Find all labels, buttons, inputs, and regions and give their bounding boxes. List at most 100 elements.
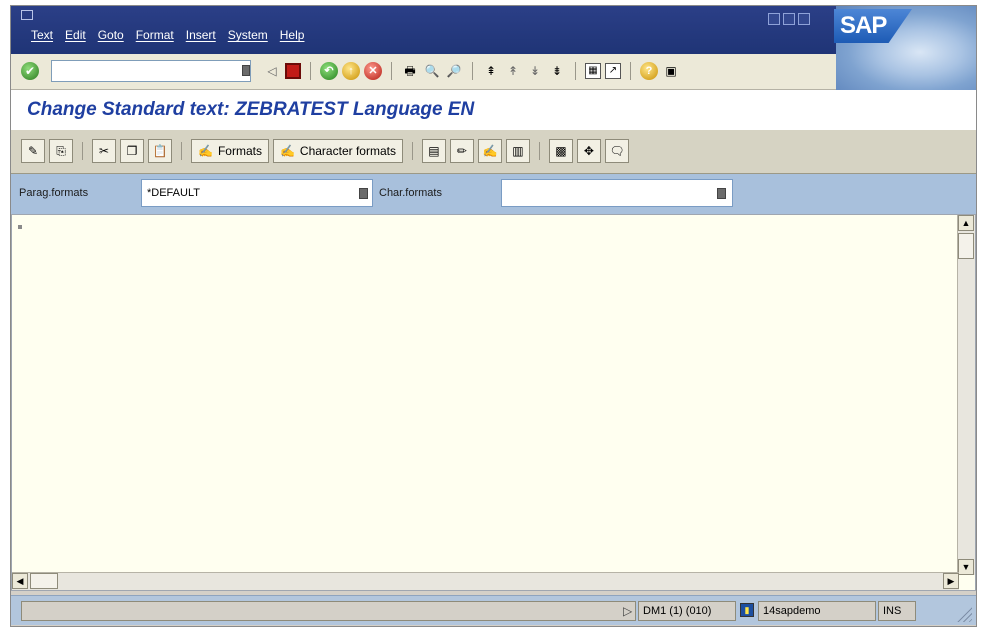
move-button[interactable]: ✥ bbox=[576, 139, 601, 163]
last-page-icon[interactable]: ⇟ bbox=[548, 62, 566, 80]
command-field[interactable] bbox=[51, 60, 251, 82]
change-display-button[interactable]: ✎ bbox=[21, 139, 45, 163]
copy-icon: ❐ bbox=[126, 144, 138, 158]
menu-format[interactable]: Format bbox=[136, 28, 174, 42]
print-preview-icon: ▥ bbox=[512, 144, 524, 158]
formats-button[interactable]: ✍ Formats bbox=[191, 139, 269, 163]
edit-button[interactable]: ✏ bbox=[449, 139, 474, 163]
layout-menu-icon[interactable]: ▣ bbox=[662, 62, 680, 80]
resize-grip-icon[interactable] bbox=[954, 604, 972, 622]
standard-toolbar: ✔ ◁ ↶ ↑ ✕ 🖶 🔍 🔎 ⇞ ↟ ↡ ⇟ ▦ ↗ ? ▣ bbox=[11, 54, 836, 90]
title-bar: Text Edit Goto Format Insert System Help bbox=[11, 6, 976, 54]
page-title: Change Standard text: ZEBRATEST Language… bbox=[11, 90, 976, 130]
parag-formats-label: Parag.formats bbox=[19, 187, 89, 199]
enter-icon[interactable]: ✔ bbox=[21, 62, 39, 80]
exit-icon[interactable]: ↑ bbox=[342, 62, 360, 80]
status-mode[interactable]: INS bbox=[878, 601, 916, 621]
minimize-icon[interactable] bbox=[768, 13, 780, 25]
system-menu-icon[interactable] bbox=[21, 10, 33, 20]
print-preview-button[interactable]: ▥ bbox=[505, 139, 530, 163]
toolbar-separator bbox=[310, 62, 311, 80]
pencil-icon: ✏ bbox=[456, 144, 467, 158]
vertical-scrollbar[interactable]: ▲ ▼ bbox=[957, 215, 975, 575]
sap-water-graphic: SAP bbox=[834, 6, 976, 90]
menu-goto[interactable]: Goto bbox=[98, 28, 124, 42]
help-icon[interactable]: ? bbox=[640, 62, 658, 80]
char-formats-dropdown-icon[interactable] bbox=[717, 188, 726, 199]
scissors-icon: ✂ bbox=[98, 144, 110, 158]
scroll-left-icon[interactable]: ◀ bbox=[12, 573, 28, 589]
menu-help[interactable]: Help bbox=[280, 28, 305, 42]
comment-button[interactable]: 🗨 bbox=[604, 139, 629, 163]
image-icon: ▩ bbox=[555, 144, 567, 158]
char-formats-field[interactable] bbox=[501, 179, 733, 207]
print-icon[interactable]: 🖶 bbox=[401, 62, 419, 80]
character-formats-button[interactable]: ✍ Character formats bbox=[272, 139, 403, 163]
arrows-icon: ✥ bbox=[583, 144, 594, 158]
sap-window: Text Edit Goto Format Insert System Help… bbox=[10, 5, 977, 627]
pencil-glasses-icon: ✎ bbox=[27, 144, 39, 158]
parag-formats-dropdown-icon[interactable] bbox=[359, 188, 368, 199]
new-session-icon[interactable]: ▦ bbox=[585, 63, 601, 79]
status-system: DM1 (1) (010) bbox=[638, 601, 736, 621]
text-editor[interactable]: ▲ ▼ ◀ ▶ bbox=[11, 214, 976, 591]
command-history-icon[interactable] bbox=[242, 65, 250, 76]
vertical-scroll-thumb[interactable] bbox=[958, 233, 974, 259]
shortcut-icon[interactable]: ↗ bbox=[605, 63, 621, 79]
toolbar-separator bbox=[575, 62, 576, 80]
cancel-icon[interactable]: ✕ bbox=[364, 62, 382, 80]
paragraph-marker bbox=[18, 225, 22, 229]
scroll-down-icon[interactable]: ▼ bbox=[958, 559, 974, 575]
server-info-icon[interactable]: ▮ bbox=[740, 603, 754, 617]
scroll-up-icon[interactable]: ▲ bbox=[958, 215, 974, 231]
format-brush-icon: ✍ bbox=[198, 144, 213, 158]
previous-page-icon[interactable]: ↟ bbox=[504, 62, 522, 80]
brush-icon: ✍ bbox=[482, 144, 498, 158]
toolbar-separator bbox=[538, 142, 540, 160]
status-expand-icon[interactable]: ▷ bbox=[623, 604, 632, 618]
toolbar-separator bbox=[181, 142, 182, 160]
status-server: 14sapdemo bbox=[758, 601, 876, 621]
sap-logo-text: SAP bbox=[840, 12, 887, 39]
character-format-icon: ✍ bbox=[279, 144, 295, 158]
parag-formats-field[interactable]: *DEFAULT bbox=[141, 179, 373, 207]
sap-logo: SAP bbox=[834, 9, 912, 43]
find-icon[interactable]: 🔍 bbox=[423, 62, 441, 80]
save-icon[interactable] bbox=[285, 63, 301, 79]
horizontal-scroll-thumb[interactable] bbox=[30, 573, 58, 589]
maximize-icon[interactable] bbox=[783, 13, 795, 25]
document-icon: ⎘ bbox=[56, 143, 66, 158]
paste-icon: 📋 bbox=[152, 144, 168, 158]
status-message bbox=[21, 601, 636, 621]
menu-edit[interactable]: Edit bbox=[65, 28, 86, 42]
close-icon[interactable] bbox=[798, 13, 810, 25]
menu-system[interactable]: System bbox=[228, 28, 268, 42]
toolbar-separator bbox=[630, 62, 631, 80]
formats-label: Formats bbox=[217, 144, 262, 158]
menu-insert[interactable]: Insert bbox=[186, 28, 216, 42]
menu-bar: Text Edit Goto Format Insert System Help bbox=[31, 28, 304, 42]
toolbar-separator bbox=[472, 62, 473, 80]
paste-button[interactable]: 📋 bbox=[148, 139, 172, 163]
horizontal-scrollbar[interactable]: ◀ ▶ bbox=[12, 572, 959, 590]
window-controls bbox=[768, 13, 810, 25]
collapse-arrow-icon[interactable]: ◁ bbox=[263, 62, 281, 80]
page-layout-icon: ▤ bbox=[428, 144, 440, 158]
toolbar-separator bbox=[411, 142, 413, 160]
first-page-icon[interactable]: ⇞ bbox=[482, 62, 500, 80]
next-page-icon[interactable]: ↡ bbox=[526, 62, 544, 80]
insert-object-button[interactable]: ▩ bbox=[548, 139, 573, 163]
activate-button[interactable]: ⎘ bbox=[49, 139, 73, 163]
find-next-icon[interactable]: 🔎 bbox=[445, 62, 463, 80]
scroll-right-icon[interactable]: ▶ bbox=[943, 573, 959, 589]
application-toolbar: ✎ ⎘ ✂ ❐ 📋 ✍ Formats ✍ Character formats … bbox=[11, 130, 976, 174]
back-icon[interactable]: ↶ bbox=[320, 62, 338, 80]
cut-button[interactable]: ✂ bbox=[92, 139, 116, 163]
page-layout-button[interactable]: ▤ bbox=[421, 139, 446, 163]
copy-button[interactable]: ❐ bbox=[120, 139, 144, 163]
menu-text[interactable]: Text bbox=[31, 28, 53, 42]
character-formats-label: Character formats bbox=[299, 144, 396, 158]
format-row: Parag.formats *DEFAULT Char.formats bbox=[11, 174, 976, 214]
speech-bubble-icon: 🗨 bbox=[609, 144, 625, 158]
format-paint-button[interactable]: ✍ bbox=[477, 139, 502, 163]
